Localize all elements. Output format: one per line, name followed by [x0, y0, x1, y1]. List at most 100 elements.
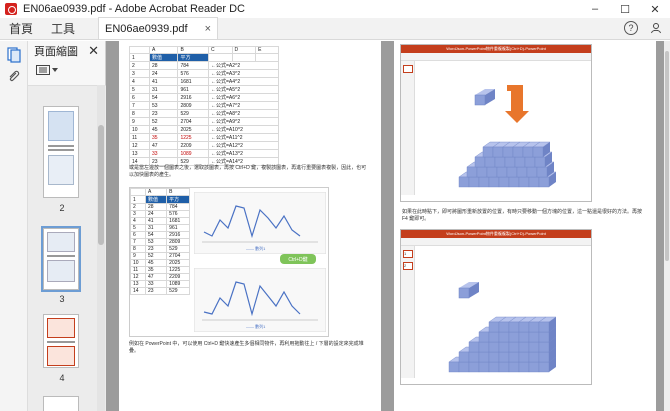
cube-front	[536, 166, 548, 178]
table-cell: 529	[177, 109, 209, 118]
cube-front	[518, 341, 530, 353]
table-cell: 10	[130, 259, 146, 267]
table-cell: 23	[144, 287, 168, 295]
panel-header: 頁面縮圖 ✕	[28, 41, 105, 61]
page-thumbnail-3[interactable]	[41, 226, 81, 292]
close-window-button[interactable]: ✕	[640, 0, 670, 18]
cube-front	[526, 166, 538, 178]
cube-front	[488, 341, 500, 353]
table-row: 4 41 1681	[130, 217, 190, 225]
col-header: E	[255, 46, 279, 54]
tab-bar: 首頁 工具 EN06ae0939.pdf × ?	[0, 17, 670, 40]
table-cell: ←公式=A5^2	[207, 85, 280, 94]
window-titlebar: EN06ae0939.pdf - Adobe Acrobat Reader DC…	[0, 0, 670, 18]
table-cell: 23	[148, 109, 179, 118]
page-thumbnail-5[interactable]	[43, 396, 79, 411]
table-row: 2 28 784	[130, 203, 190, 211]
options-menu-icon	[36, 65, 50, 75]
table-cell: ←公式=A7^2	[207, 101, 280, 110]
header-cell: 數值	[144, 195, 168, 204]
table-cell: 13	[129, 149, 150, 158]
table-cell: 11	[130, 266, 146, 274]
thumbnail-scrollbar-handle[interactable]	[98, 125, 104, 245]
close-document-tab-icon[interactable]: ×	[205, 23, 211, 35]
document-scrollbar-handle[interactable]	[665, 51, 669, 261]
ctrl-d-badge: Ctrl+D鍵	[280, 254, 316, 264]
tab-tools[interactable]: 工具	[42, 17, 84, 39]
help-icon[interactable]: ?	[624, 21, 638, 35]
table-cell: 54	[148, 93, 179, 102]
table-cell: 2209	[166, 273, 190, 281]
col-header: A	[144, 188, 168, 196]
cube-front	[524, 156, 536, 168]
header-cell: 數值	[148, 53, 179, 62]
line-chart-1: —— 數列1	[194, 192, 326, 254]
table-cell: 12	[129, 141, 150, 150]
thumbnail-panel: 頁面縮圖 ✕ 2 3 4	[28, 41, 106, 411]
page-thumbnails-icon[interactable]	[6, 47, 22, 63]
cube-front	[468, 176, 480, 188]
table-row: 10 45 2025	[130, 259, 190, 267]
ppt-slide-thumb-2: 2	[403, 262, 413, 270]
cube-front	[532, 146, 544, 158]
powerpoint-screenshot-2: WordJson-PowerPoint物件重複複製(Ctrl+D)-PowerP…	[400, 229, 592, 385]
table-row: 5 31 961 ←公式=A5^2	[129, 85, 280, 94]
chart-1-legend: —— 數列1	[246, 245, 266, 251]
table-cell: 5	[130, 224, 146, 232]
page-thumbnail-2[interactable]	[43, 106, 79, 198]
table-cell: 8	[130, 245, 146, 253]
close-panel-icon[interactable]: ✕	[88, 43, 99, 59]
row-number: 1	[129, 53, 150, 62]
page-thumbnail-4[interactable]	[43, 314, 79, 368]
user-icon[interactable]	[650, 22, 662, 34]
document-view[interactable]: A B C D E 1 數值 平方 2 28 784 ←公式=A2^2 3 24 576 ←公…	[106, 41, 664, 411]
table-row: 13 33 1089	[130, 280, 190, 288]
cube-front	[508, 176, 520, 188]
left-toolstrip	[0, 41, 28, 411]
table-cell: 576	[166, 210, 190, 218]
table-cell: 7	[130, 238, 146, 246]
table-cell: 2	[129, 61, 150, 70]
table-cell: 4	[130, 217, 146, 225]
cube-front	[504, 156, 516, 168]
thumbnail-scrollbar[interactable]	[97, 85, 105, 411]
table-cell: 7	[129, 101, 150, 110]
cube-front	[506, 166, 518, 178]
table-cell: 35	[144, 266, 168, 274]
table-row: 4 41 1681 ←公式=A4^2	[129, 77, 280, 86]
cube-front	[512, 146, 524, 158]
table-cell: 31	[144, 224, 168, 232]
spreadsheet-window: A B 1 數值 平方 2 28 784 3 24 576 4 41 1681 5 31 961 6 54…	[129, 187, 329, 337]
maximize-button[interactable]: ☐	[610, 0, 640, 18]
table-cell: ←公式=A11^2	[207, 133, 280, 142]
cube-front	[502, 146, 514, 158]
tab-document[interactable]: EN06ae0939.pdf ×	[98, 17, 219, 39]
cube-front	[468, 351, 480, 363]
spreadsheet-table-1: A B C D E 1 數值 平方 2 28 784 ←公式=A2^2 3 24 576 ←公…	[129, 46, 280, 166]
cube-front	[478, 351, 490, 363]
cube-front	[538, 331, 550, 343]
document-scrollbar[interactable]	[664, 41, 670, 411]
cube-front	[468, 341, 480, 353]
cube-front	[498, 341, 510, 353]
col-header: C	[207, 46, 233, 54]
attachment-icon[interactable]	[6, 69, 22, 85]
table-cell: 1225	[166, 266, 190, 274]
cube-front	[496, 166, 508, 178]
table-cell: 2704	[177, 117, 209, 126]
panel-options-button[interactable]	[28, 61, 105, 79]
table-cell: ←公式=A6^2	[207, 93, 280, 102]
table-cell: 4	[129, 77, 150, 86]
table-cell: 529	[166, 245, 190, 253]
cube-front	[528, 351, 540, 363]
minimize-button[interactable]: –	[580, 0, 610, 18]
table-cell: 2025	[177, 125, 209, 134]
cube-front	[466, 166, 478, 178]
table-cell: 45	[148, 125, 179, 134]
tab-home[interactable]: 首頁	[0, 17, 42, 39]
table-cell: 11	[129, 133, 150, 142]
cube-front	[492, 146, 504, 158]
cube-front	[508, 341, 520, 353]
cube-front	[498, 176, 510, 188]
ppt-slide-list-2: 1 2	[401, 246, 415, 378]
